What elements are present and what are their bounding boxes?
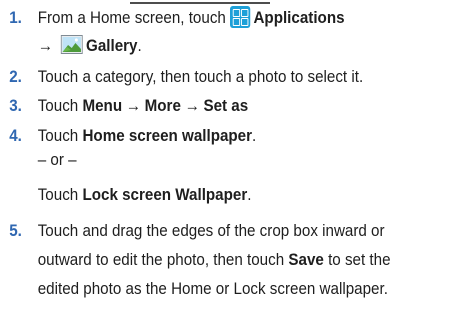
period: . xyxy=(247,186,252,204)
menu-label: Menu xyxy=(82,97,123,115)
heading-underline-remnant xyxy=(130,0,270,4)
lock-screen-wallpaper-label: Lock screen Wallpaper xyxy=(82,186,248,204)
or-text: – or – xyxy=(37,151,77,169)
step-number: 4. xyxy=(9,127,22,145)
period: . xyxy=(137,37,142,55)
step-text: From a Home screen, touch Applications xyxy=(37,5,345,30)
step-text: Touch Menu → More → Set as xyxy=(38,95,248,117)
step-5-text-end: to set the xyxy=(328,251,391,269)
step-text: Touch Home screen wallpaper. xyxy=(38,125,257,147)
gallery-label: Gallery xyxy=(86,37,138,55)
set-as-label: Set as xyxy=(203,97,249,115)
step-text: Touch a category, then touch a photo to … xyxy=(37,68,364,86)
applications-grid-icon xyxy=(229,5,250,28)
step-number: 5. xyxy=(9,222,22,240)
document-page: 1. From a Home screen, touch Applications… xyxy=(0,0,456,314)
period: . xyxy=(252,127,257,145)
arrow-glyph: → xyxy=(184,97,200,115)
step-1-text: From a Home screen, touch xyxy=(37,9,226,27)
step-number: 2. xyxy=(9,68,22,86)
step-5-text: outward to edit the photo, then touch xyxy=(37,251,285,269)
arrow-glyph: → xyxy=(125,97,141,115)
touch-word: Touch xyxy=(37,127,79,145)
arrow-glyph: → xyxy=(37,37,53,55)
home-screen-wallpaper-label: Home screen wallpaper xyxy=(82,127,253,145)
step-text-line-1: Touch and drag the edges of the crop box… xyxy=(37,222,385,240)
step-text: → Gallery. xyxy=(38,35,142,57)
gallery-landscape-icon xyxy=(60,35,83,55)
step-text-line-3: edited photo as the Home or Lock screen … xyxy=(37,280,388,298)
more-label: More xyxy=(144,97,181,115)
step-number: 1. xyxy=(9,9,22,27)
step-number: 3. xyxy=(9,97,22,115)
step-text: Touch Lock screen Wallpaper. xyxy=(38,184,252,206)
touch-word: Touch xyxy=(37,186,79,204)
save-label: Save xyxy=(288,251,324,269)
applications-label: Applications xyxy=(253,9,345,27)
touch-word: Touch xyxy=(37,97,79,115)
step-text-line-2: outward to edit the photo, then touch Sa… xyxy=(38,249,391,271)
